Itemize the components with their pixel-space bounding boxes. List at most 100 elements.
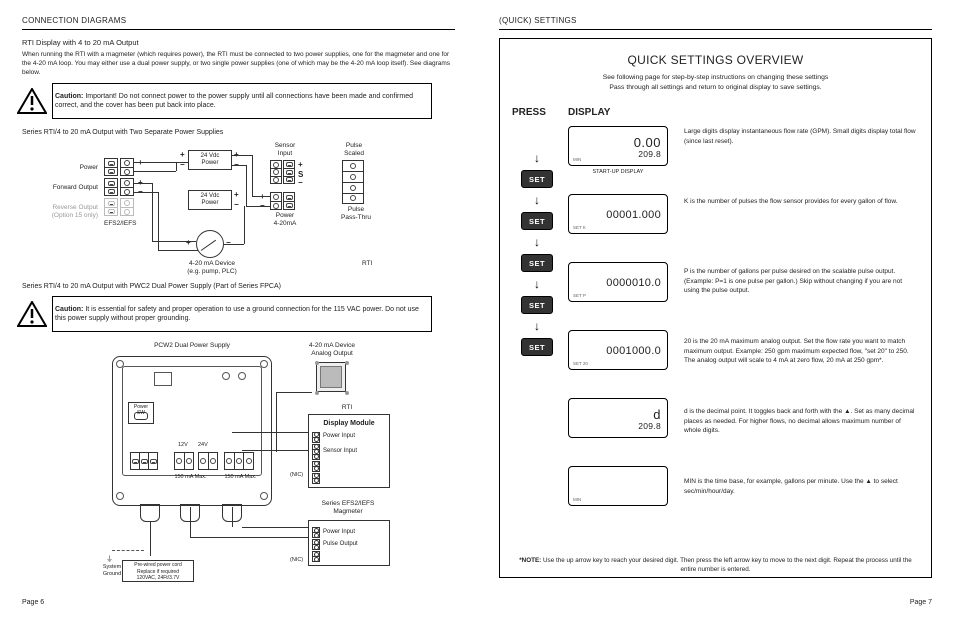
warning-icon	[17, 88, 47, 114]
quick-settings-title: QUICK SETTINGS OVERVIEW	[512, 53, 919, 67]
nic-1: (NIC)	[290, 472, 303, 478]
lcd-corner: SET 20	[573, 361, 588, 366]
right-page: (QUICK) SETTINGS QUICK SETTINGS OVERVIEW…	[477, 0, 954, 618]
cord-box: Pre-wired power cord Replace if required…	[122, 560, 194, 582]
efs-pulse-output: Pulse Output	[323, 540, 358, 549]
press-heading: PRESS	[512, 107, 562, 118]
arrow-down-icon: ↓	[534, 152, 540, 164]
mmax1: 150 mA Max.	[168, 474, 213, 480]
sub-line-1: See following page for step-by-step inst…	[603, 74, 829, 81]
display-heading: DISPLAY	[568, 107, 678, 118]
caution-body: Important! Do not connect power to the p…	[55, 93, 413, 109]
caution-body: It is essential for safety and proper op…	[55, 306, 419, 322]
arrow-down-icon: ↓	[534, 320, 540, 332]
efs-title: Series EFS2/IEFS Magmeter	[312, 500, 384, 515]
lcd-value: 00001.000	[606, 210, 661, 221]
lcd-4: d 209.8	[568, 398, 668, 438]
device-label: 4-20 mA Device (e.g. pump, PLC)	[172, 260, 252, 275]
efs-label: EFS2/IEFS	[104, 220, 137, 227]
press-column: PRESS ↓ SET ↓ SET ↓ SET ↓ SET ↓ SET	[512, 107, 562, 547]
lcd-corner: MIN	[573, 497, 581, 502]
diagram-2: PCW2 Dual Power Supply 4-20 mA Device An…	[22, 342, 455, 602]
pulse-scaled-label: Pulse Scaled	[336, 142, 372, 157]
vdc-box-1: 24 Vdc Power	[188, 150, 232, 170]
note-body: Use the up arrow key to reach your desir…	[541, 557, 912, 573]
reverse-label-1: Reverse Output	[32, 204, 98, 211]
rule	[499, 29, 932, 30]
lcd-corner: SET P	[573, 293, 586, 298]
reverse-label-2: (Option 15 only)	[32, 212, 98, 219]
right-header: (QUICK) SETTINGS	[499, 16, 932, 25]
set-button: SET	[521, 296, 553, 314]
pulse-pass-label: Pulse Pass-Thru	[334, 206, 378, 221]
desc-1: K is the number of pulses the flow senso…	[684, 197, 919, 237]
arrow-down-icon: ↓	[534, 278, 540, 290]
lcd-big: 0.00	[634, 136, 661, 149]
display-column: DISPLAY 0.00 209.8 MIN START-UP DISPLAY …	[568, 107, 678, 547]
rti-label: RTI	[362, 260, 372, 267]
footnote: *NOTE: Use the up arrow key to reach you…	[512, 557, 919, 575]
rti-sensor-input: Sensor Input	[323, 447, 357, 456]
efs-module: Power Input Pulse Output	[308, 520, 390, 566]
arrow-down-icon: ↓	[534, 194, 540, 206]
desc-4: d is the decimal point. It toggles back …	[684, 407, 919, 447]
quick-settings-subtitle: See following page for step-by-step inst…	[512, 73, 919, 93]
desc-3: 20 is the 20 mA maximum analog output. S…	[684, 337, 919, 387]
caution-label: Caution:	[55, 93, 83, 100]
power420-label: Power 4-20mA	[266, 212, 304, 227]
lcd-2: 0000010.0 SET P	[568, 262, 668, 302]
rti-module-title: Display Module	[312, 419, 386, 430]
subcaption-2: Series RTI/4 to 20 mA Output with PWC2 D…	[22, 283, 455, 290]
page-number: Page 6	[22, 599, 44, 606]
v12-label: 12V	[178, 442, 188, 448]
rti-power-input: Power Input	[323, 432, 355, 441]
power-label: Power	[50, 164, 98, 171]
sensor-label: Sensor Input	[267, 142, 303, 157]
caution-text-2: Caution: It is essential for safety and …	[55, 305, 425, 324]
v24-label: 24V	[198, 442, 208, 448]
caution-box-1: Caution: Important! Do not connect power…	[52, 83, 432, 119]
caution-box-2: Caution: It is essential for safety and …	[52, 296, 432, 332]
meter-icon	[196, 230, 224, 258]
analog-device-icon	[316, 362, 346, 392]
diagram-1: Power Forward Output Reverse Output (Opt…	[22, 140, 455, 275]
lcd-big: d	[653, 408, 661, 421]
caution-label: Caution:	[55, 306, 83, 313]
lcd-small: 209.8	[638, 422, 661, 431]
lcd-value: 0000010.0	[606, 278, 661, 289]
section-title: RTI Display with 4 to 20 mA Output	[22, 38, 455, 47]
mmax2: 150 mA Max.	[218, 474, 263, 480]
subcaption-1: Series RTI/4 to 20 mA Output with Two Se…	[22, 129, 455, 136]
lcd-corner: SET K	[573, 225, 586, 230]
caution-text-1: Caution: Important! Do not connect power…	[55, 92, 425, 111]
set-button: SET	[521, 338, 553, 356]
desc-0: Large digits display instantaneous flow …	[684, 127, 919, 167]
quick-settings-box: QUICK SETTINGS OVERVIEW See following pa…	[499, 38, 932, 578]
pcw2-title: PCW2 Dual Power Supply	[132, 342, 252, 349]
page-number: Page 7	[910, 599, 932, 606]
rti-label: RTI	[327, 404, 367, 411]
vdc-box-2: 24 Vdc Power	[188, 190, 232, 210]
lcd-sub: START-UP DISPLAY	[569, 169, 667, 175]
lcd-corner: MIN	[573, 157, 581, 162]
set-button: SET	[521, 254, 553, 272]
left-page: CONNECTION DIAGRAMS RTI Display with 4 t…	[0, 0, 477, 618]
set-button: SET	[521, 212, 553, 230]
intro-text: When running the RTI with a magmeter (wh…	[22, 51, 455, 77]
forward-label: Forward Output	[34, 184, 98, 191]
lcd-5: MIN	[568, 466, 668, 506]
set-button: SET	[521, 170, 553, 188]
analog-label: 4-20 mA Device Analog Output	[302, 342, 362, 357]
efs-power-input: Power Input	[323, 528, 355, 537]
warning-icon	[17, 301, 47, 327]
lcd-3: 0001000.0 SET 20	[568, 330, 668, 370]
note-label: *NOTE:	[519, 557, 541, 564]
description-column: Large digits display instantaneous flow …	[684, 107, 919, 547]
rule	[22, 29, 455, 30]
left-header: CONNECTION DIAGRAMS	[22, 16, 455, 25]
rti-module: Display Module Power Input Sensor Input	[308, 414, 390, 488]
desc-5: MIN is the time base, for example, gallo…	[684, 477, 919, 517]
lcd-1: 00001.000 SET K	[568, 194, 668, 234]
lcd-small: 209.8	[638, 150, 661, 159]
lcd-value: 0001000.0	[606, 346, 661, 357]
